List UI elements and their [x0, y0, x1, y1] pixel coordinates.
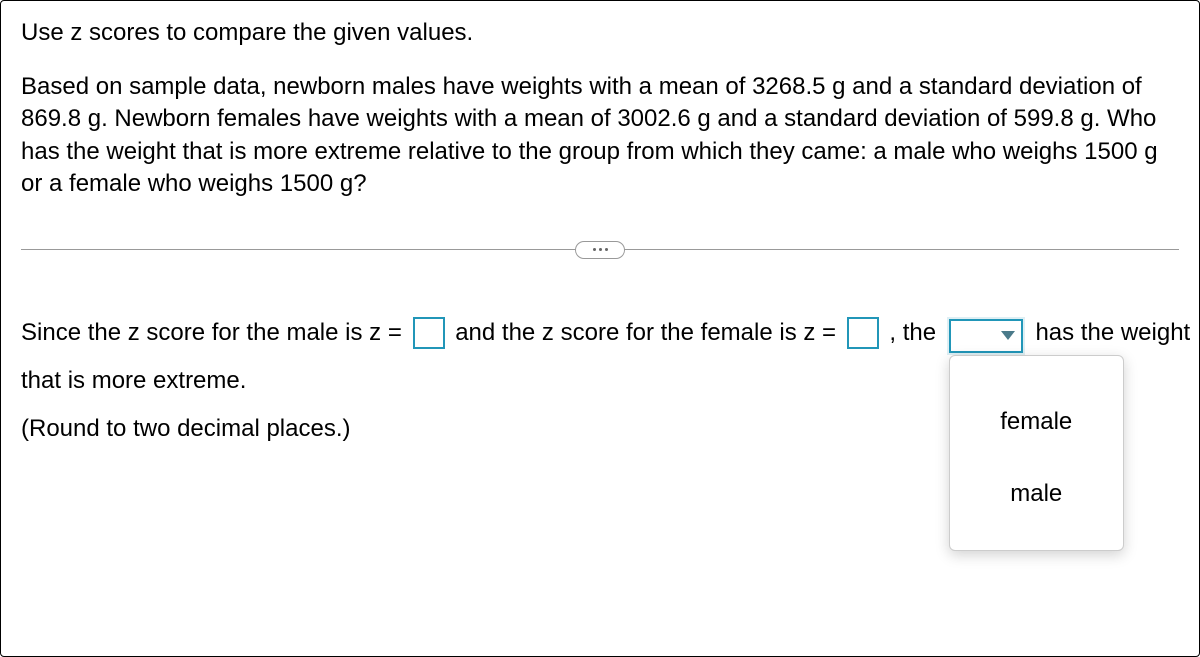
gender-select[interactable]: [949, 319, 1023, 353]
female-z-input[interactable]: [847, 317, 879, 349]
answer-text-part3: , the: [889, 319, 936, 346]
divider-line-right: [624, 249, 1179, 250]
dropdown-option-female[interactable]: female: [950, 386, 1123, 458]
male-z-input[interactable]: [413, 317, 445, 349]
dot-icon: [599, 248, 602, 251]
gender-dropdown: female male: [949, 355, 1124, 551]
answer-text-part1: Since the z score for the male is z =: [21, 319, 402, 346]
divider-collapse-button[interactable]: [575, 241, 625, 259]
dot-icon: [605, 248, 608, 251]
question-container: Use z scores to compare the given values…: [0, 0, 1200, 657]
chevron-down-icon: [1001, 331, 1015, 340]
divider-line-left: [21, 249, 576, 250]
answer-area: Since the z score for the male is z = an…: [21, 309, 1179, 454]
problem-text: Based on sample data, newborn males have…: [21, 71, 1179, 201]
instruction-text: Use z scores to compare the given values…: [21, 19, 1179, 47]
answer-text-part2: and the z score for the female is z =: [455, 319, 836, 346]
section-divider: [21, 241, 1179, 259]
dot-icon: [593, 248, 596, 251]
dropdown-option-male[interactable]: male: [950, 458, 1123, 530]
answer-text-part4: has the weight: [1035, 319, 1190, 346]
